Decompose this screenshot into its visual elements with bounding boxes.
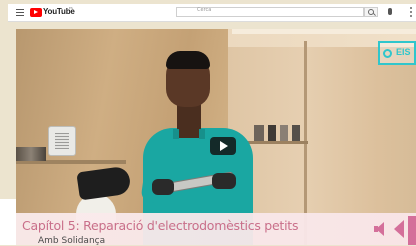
watermark-mark-icon: [383, 49, 392, 58]
youtube-logo-region: ES: [69, 6, 73, 10]
mic-icon[interactable]: [388, 8, 392, 15]
video-caption-title: Capítol 5: Reparació d'electrodomèstics …: [22, 218, 299, 233]
menu-icon[interactable]: [16, 9, 24, 16]
video-frame-presenter-collar: [173, 129, 205, 139]
search-placeholder: Cerca: [197, 7, 212, 13]
speaker-icon: [374, 222, 384, 236]
watermark-text: EIS: [396, 47, 411, 57]
youtube-logo-icon[interactable]: [30, 8, 42, 17]
chevron-left-icon: [394, 220, 404, 238]
youtube-header: YouTube ES Cerca: [8, 4, 416, 22]
channel-watermark-logo: EIS: [378, 41, 416, 65]
video-frame-light: [232, 29, 416, 34]
search-icon[interactable]: [364, 7, 378, 17]
caption-left-strip: [0, 199, 16, 245]
video-frame-presenter-glove-left: [152, 179, 174, 195]
play-icon[interactable]: [210, 137, 236, 155]
video-frame-presenter-glove-right: [212, 173, 236, 189]
video-frame-presenter-hair: [166, 51, 210, 69]
video-frame-heater: [48, 126, 76, 156]
video-frame-shelf-items-right: [254, 125, 300, 141]
video-frame-shelf-items-left: [16, 147, 46, 161]
search-input[interactable]: Cerca: [176, 7, 364, 17]
video-frame-shelf-right: [246, 141, 308, 144]
caption-edge-bar: [408, 216, 416, 245]
more-options-icon[interactable]: [410, 7, 412, 17]
